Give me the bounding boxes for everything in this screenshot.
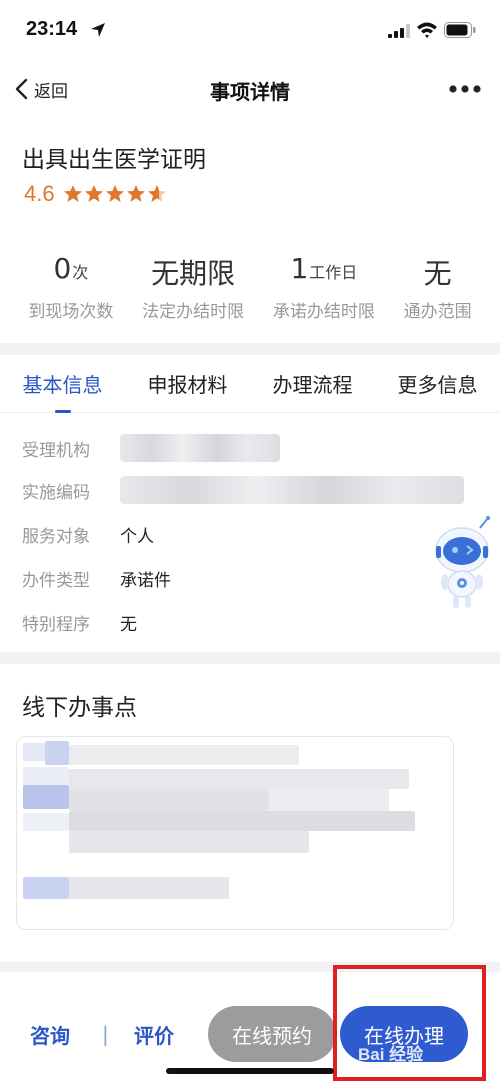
stat-label: 到现场次数	[28, 302, 114, 322]
redacted-block	[23, 877, 69, 899]
tab-process[interactable]: 办理流程	[273, 355, 353, 413]
home-indicator	[166, 1068, 334, 1074]
tab-bar: 基本信息 申报材料 办理流程 更多信息	[0, 355, 500, 413]
more-options-icon[interactable]	[448, 84, 482, 94]
tab-basic-info[interactable]: 基本信息	[23, 355, 103, 413]
stat-unit: 次	[72, 263, 89, 282]
half-star-icon	[147, 185, 166, 202]
info-value: 无	[120, 614, 137, 635]
page-title: 事项详情	[210, 80, 290, 104]
info-label: 受理机构	[22, 440, 90, 461]
redacted-block	[23, 785, 69, 809]
section-divider	[0, 652, 500, 664]
status-time: 23:14	[26, 18, 78, 40]
stat-label: 法定办结时限	[142, 302, 245, 322]
info-label: 实施编码	[22, 482, 90, 503]
wifi-icon	[417, 22, 437, 38]
rating-stars	[63, 184, 168, 204]
review-link[interactable]: 评价	[134, 1020, 174, 1049]
stat-unit: 工作日	[309, 263, 358, 282]
stat-value: 无	[423, 257, 452, 290]
link-separator: |	[102, 1022, 109, 1046]
stat-value: 无期限	[151, 257, 236, 290]
item-title: 出具出生医学证明	[22, 147, 206, 173]
status-bar: 23:14	[0, 0, 500, 62]
stats-row: 0次 到现场次数 无期限 法定办结时限 1 工作日 承诺办结时限 无 通办范围	[0, 252, 500, 332]
redacted-block	[23, 767, 69, 787]
redacted-block	[69, 769, 409, 789]
redacted-block	[69, 831, 309, 853]
stat-label: 承诺办结时限	[272, 302, 375, 322]
info-value: 承诺件	[120, 570, 171, 591]
cellular-signal-icon	[388, 24, 410, 38]
assistant-robot-icon[interactable]	[432, 516, 494, 614]
redacted-value	[120, 476, 464, 504]
stat-legal-limit: 无期限 法定办结时限	[142, 252, 244, 332]
info-row-target: 服务对象 个人	[22, 519, 154, 549]
redacted-block	[69, 745, 299, 765]
redacted-block	[45, 741, 69, 765]
rating-value: 4.6	[24, 181, 55, 206]
redacted-block	[69, 877, 229, 899]
consult-link[interactable]: 咨询	[30, 1020, 70, 1049]
stat-value: 1	[290, 252, 309, 285]
online-appointment-button[interactable]: 在线预约	[208, 1006, 336, 1062]
stat-scope: 无 通办范围	[404, 252, 472, 332]
info-label: 服务对象	[22, 526, 90, 547]
battery-icon	[444, 22, 476, 38]
stat-label: 通办范围	[403, 302, 472, 322]
stat-value: 0	[53, 252, 72, 285]
redacted-block	[23, 813, 69, 831]
star-icon	[126, 185, 145, 202]
info-row-special: 特别程序 无	[22, 607, 137, 637]
section-divider	[0, 343, 500, 355]
redacted-value	[120, 434, 280, 462]
info-label: 特别程序	[22, 614, 90, 635]
redacted-block	[269, 789, 389, 811]
watermark: Bai 经验	[358, 1045, 424, 1064]
star-icon	[84, 185, 103, 202]
info-value: 个人	[120, 526, 154, 547]
info-row-code: 实施编码	[22, 475, 464, 505]
star-icon	[63, 185, 82, 202]
tab-materials[interactable]: 申报材料	[148, 355, 228, 413]
stat-visits: 0次 到现场次数	[28, 252, 113, 332]
offline-section-title: 线下办事点	[22, 695, 137, 721]
info-label: 办件类型	[22, 570, 90, 591]
rating-row: 4.6	[24, 181, 168, 207]
offline-location-card[interactable]	[16, 736, 454, 930]
star-icon	[105, 185, 124, 202]
redacted-block	[69, 811, 415, 831]
info-row-agency: 受理机构	[22, 433, 280, 463]
stat-promised-limit: 1 工作日 承诺办结时限	[273, 252, 375, 332]
nav-bar: 返回 事项详情	[0, 62, 500, 116]
info-row-type: 办件类型 承诺件	[22, 563, 171, 593]
tab-more-info[interactable]: 更多信息	[398, 355, 478, 413]
redacted-block	[69, 789, 269, 811]
location-arrow-icon	[91, 23, 105, 37]
